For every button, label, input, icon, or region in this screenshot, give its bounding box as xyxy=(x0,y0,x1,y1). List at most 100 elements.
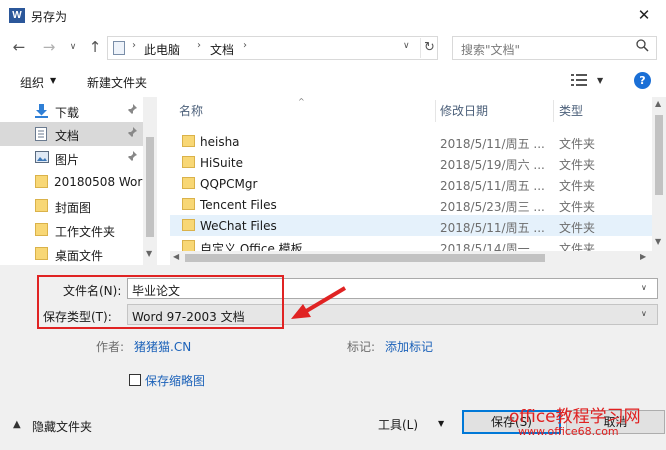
sidebar-item-label: 工作文件夹 xyxy=(55,225,116,239)
file-row-highlighted[interactable]: WeChat Files 2018/5/11/周五 ... 文件夹 xyxy=(170,215,652,236)
scroll-down-icon[interactable]: ▼ xyxy=(146,249,152,258)
recent-locations-chevron-icon[interactable]: ∨ xyxy=(67,38,79,56)
breadcrumb-this-pc[interactable]: 此电脑 xyxy=(144,41,180,58)
download-icon xyxy=(35,104,48,118)
pin-icon[interactable] xyxy=(127,151,137,164)
sidebar-item-pictures[interactable]: 图片 xyxy=(0,146,143,170)
view-options-icon[interactable] xyxy=(571,74,587,86)
column-header-date[interactable]: 修改日期 xyxy=(440,97,488,125)
folder-icon xyxy=(182,198,195,210)
view-caret-icon[interactable]: ▼ xyxy=(597,76,603,85)
help-icon[interactable]: ? xyxy=(634,72,651,89)
sidebar-item-downloads[interactable]: 下载 xyxy=(0,99,143,123)
horizontal-scrollbar-thumb[interactable] xyxy=(185,254,545,262)
file-row[interactable]: HiSuite 2018/5/19/周六 ... 文件夹 xyxy=(170,152,652,173)
scroll-down-icon[interactable]: ▼ xyxy=(655,237,661,246)
column-header-type[interactable]: 类型 xyxy=(559,97,583,125)
breadcrumb-separator-icon[interactable]: › xyxy=(132,40,136,51)
file-list-vertical-scrollbar[interactable]: ▲ ▼ xyxy=(652,97,666,251)
folder-icon xyxy=(35,223,48,236)
file-name: HiSuite xyxy=(200,156,244,170)
picture-icon xyxy=(35,151,49,164)
column-divider[interactable] xyxy=(435,100,436,122)
author-label: 作者: xyxy=(96,340,125,354)
sidebar-scrollbar-thumb[interactable] xyxy=(146,137,154,237)
annotation-highlight-box xyxy=(37,275,284,329)
tags-label: 标记: xyxy=(347,340,376,354)
sidebar-item-desktop-files[interactable]: 桌面文件 xyxy=(0,242,143,265)
folder-icon xyxy=(35,247,48,260)
filename-dropdown-icon[interactable]: ∨ xyxy=(641,283,647,292)
file-row[interactable]: heisha 2018/5/11/周五 ... 文件夹 xyxy=(170,131,652,152)
filetype-dropdown-icon[interactable]: ∨ xyxy=(641,309,647,318)
address-dropdown-icon[interactable]: ∨ xyxy=(403,41,410,51)
save-thumbnail-label[interactable]: 保存缩略图 xyxy=(145,372,205,389)
sidebar-item-label: 图片 xyxy=(55,153,80,167)
scroll-left-icon[interactable]: ◀ xyxy=(173,252,179,261)
sidebar-scrollbar[interactable]: ▼ xyxy=(143,97,157,265)
file-row[interactable]: Tencent Files 2018/5/23/周三 ... 文件夹 xyxy=(170,194,652,215)
file-type: 文件夹 xyxy=(559,200,596,214)
organize-button[interactable]: 组织 xyxy=(20,74,44,91)
file-date: 2018/5/19/周六 ... xyxy=(440,158,545,172)
hide-folders-button[interactable]: 隐藏文件夹 xyxy=(32,418,92,435)
column-header-name[interactable]: 名称 xyxy=(179,97,203,125)
breadcrumb-separator-icon[interactable]: › xyxy=(243,40,247,51)
address-bar[interactable]: › 此电脑 › 文档 › ∨ ↻ xyxy=(107,36,438,60)
tools-caret-icon[interactable]: ▼ xyxy=(438,419,444,428)
up-arrow-icon[interactable]: ↑ xyxy=(86,38,104,56)
navigation-pane: 下载 文档 图片 20180508 Wor 封面图 工作文件夹 桌面文件 ▼ xyxy=(0,97,157,265)
refresh-icon[interactable]: ↻ xyxy=(420,38,438,58)
pin-icon[interactable] xyxy=(127,104,137,117)
sidebar-item-work-folder[interactable]: 工作文件夹 xyxy=(0,218,143,242)
navigation-bar: ← → ∨ ↑ › 此电脑 › 文档 › ∨ ↻ 搜索"文档" xyxy=(0,31,666,65)
title-bar: W 另存为 ✕ xyxy=(0,0,666,31)
search-icon[interactable] xyxy=(636,39,649,56)
author-value[interactable]: 猪猪猫.CN xyxy=(134,338,191,355)
file-name: Tencent Files xyxy=(200,198,277,212)
sidebar-item-cover-images[interactable]: 封面图 xyxy=(0,194,143,218)
file-row[interactable]: QQPCMgr 2018/5/11/周五 ... 文件夹 xyxy=(170,173,652,194)
close-icon[interactable]: ✕ xyxy=(629,2,659,28)
file-name: heisha xyxy=(200,135,240,149)
tags-value[interactable]: 添加标记 xyxy=(385,338,433,355)
sidebar-item-label: 桌面文件 xyxy=(55,249,104,263)
file-list-horizontal-scrollbar[interactable]: ◀ ▶ xyxy=(170,251,666,265)
breadcrumb-documents[interactable]: 文档 xyxy=(210,41,234,58)
sidebar-item-label: 文档 xyxy=(55,129,80,143)
scroll-up-icon[interactable]: ▲ xyxy=(655,99,661,108)
sidebar-item-label: 20180508 Wor xyxy=(54,175,143,189)
scroll-right-icon[interactable]: ▶ xyxy=(640,252,646,261)
file-date: 2018/5/11/周五 ... xyxy=(440,179,545,193)
folder-icon xyxy=(182,156,195,168)
file-type: 文件夹 xyxy=(559,179,596,193)
sidebar-item-folder-20180508[interactable]: 20180508 Wor xyxy=(0,170,143,194)
forward-arrow-icon[interactable]: → xyxy=(40,38,58,56)
new-folder-button[interactable]: 新建文件夹 xyxy=(87,74,147,91)
search-input[interactable]: 搜索"文档" xyxy=(452,36,657,60)
search-placeholder: 搜索"文档" xyxy=(461,43,521,57)
pin-icon[interactable] xyxy=(127,127,137,140)
folder-icon xyxy=(182,135,195,147)
vertical-scrollbar-thumb[interactable] xyxy=(655,115,663,195)
column-divider[interactable] xyxy=(553,100,554,122)
save-options-panel: 文件名(N): 毕业论文 ∨ 保存类型(T): Word 97-2003 文档 … xyxy=(0,265,666,450)
computer-icon xyxy=(113,41,125,55)
hide-folders-caret-icon[interactable]: ▲ xyxy=(13,419,21,430)
file-list: ^ 名称 修改日期 类型 heisha 2018/5/11/周五 ... 文件夹… xyxy=(170,97,666,265)
breadcrumb-separator-icon[interactable]: › xyxy=(197,40,201,51)
organize-caret-icon[interactable]: ▼ xyxy=(50,76,56,85)
file-type: 文件夹 xyxy=(559,158,596,172)
file-date: 2018/5/11/周五 ... xyxy=(440,137,545,151)
file-name: WeChat Files xyxy=(200,219,277,233)
sidebar-item-label: 下载 xyxy=(55,106,80,120)
command-toolbar: 组织 ▼ 新建文件夹 ▼ ? xyxy=(0,65,666,97)
back-arrow-icon[interactable]: ← xyxy=(10,38,28,56)
folder-icon xyxy=(35,199,48,212)
file-type: 文件夹 xyxy=(559,221,596,235)
tools-button[interactable]: 工具(L) xyxy=(378,416,418,433)
sidebar-item-documents[interactable]: 文档 xyxy=(0,122,143,146)
watermark-url: www.office68.com xyxy=(518,425,619,438)
folder-icon xyxy=(182,219,195,231)
save-thumbnail-checkbox[interactable] xyxy=(129,374,141,386)
